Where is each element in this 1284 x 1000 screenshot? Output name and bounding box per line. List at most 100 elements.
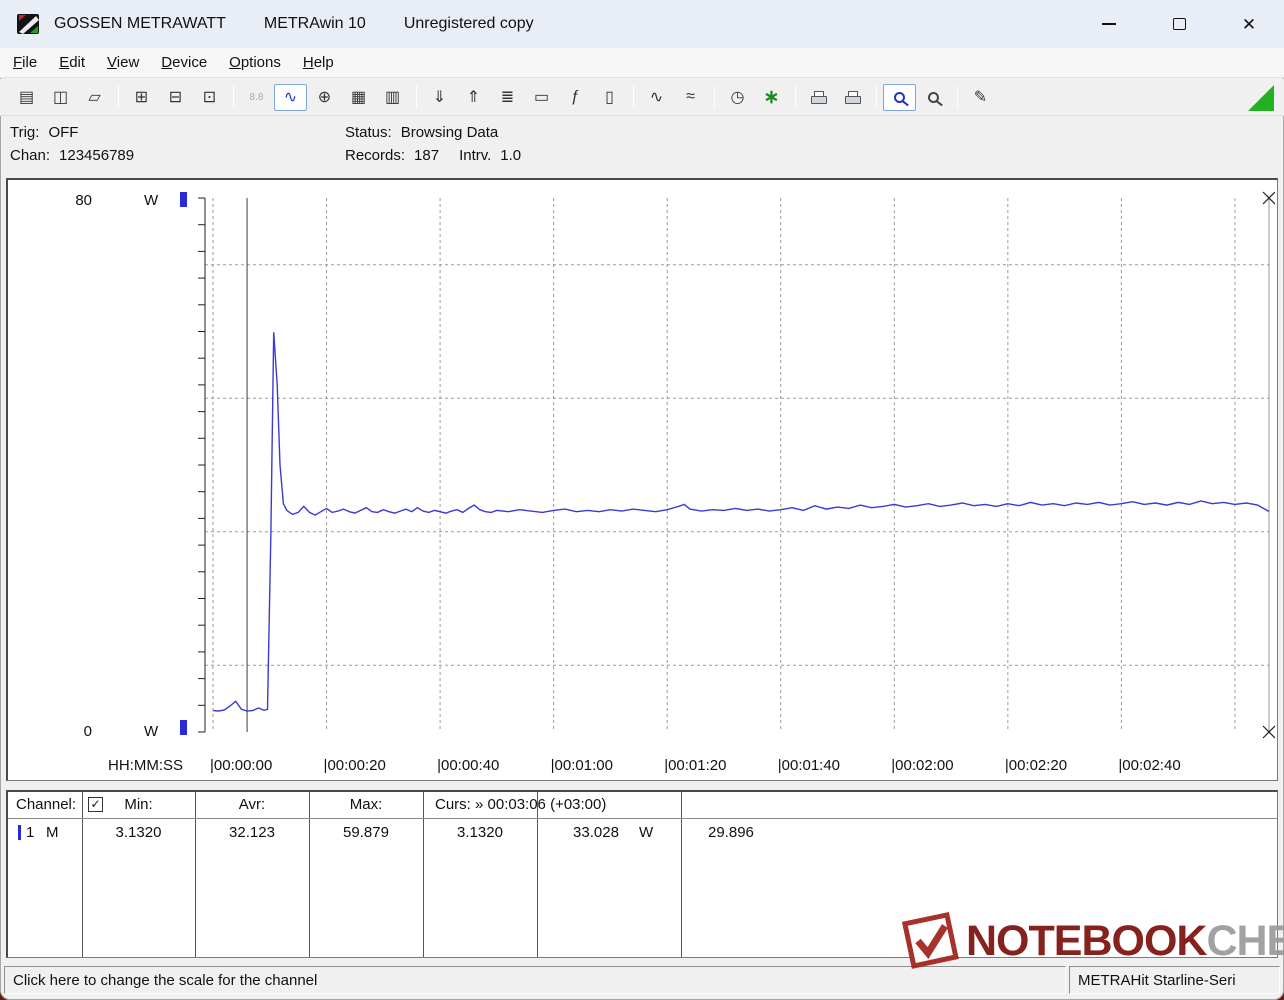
app-status: Status: Browsing Data [345, 124, 498, 141]
toolbar-corner-indicator-icon [1248, 85, 1274, 111]
open-folder-icon: ▱ [88, 89, 101, 106]
row-min-value: 3.1320 [115, 824, 162, 841]
print-preview-button[interactable] [836, 84, 869, 111]
x-tick-label: |00:02:40 [1118, 757, 1181, 774]
row-cursor2-unit: W [639, 824, 654, 841]
minimize-button[interactable] [1074, 0, 1144, 48]
window-list-button[interactable]: ⊡ [193, 84, 226, 111]
device-memory-icon: ▯ [605, 89, 614, 106]
window-digital-button[interactable]: ⊞ [125, 84, 158, 111]
read-device-button[interactable]: ⇓ [423, 84, 456, 111]
chan-value: 123456789 [59, 147, 135, 164]
y-axis-min-label: 0 [83, 723, 92, 740]
title-vendor: GOSSEN METRAWATT [54, 15, 226, 32]
table-view-button[interactable]: ▦ [342, 84, 375, 111]
column-divider [423, 792, 424, 957]
x-tick-label: |00:02:20 [1004, 757, 1068, 774]
title-license: Unregistered copy [403, 15, 534, 32]
records-value: 187 [414, 147, 440, 164]
header-divider [8, 818, 1277, 819]
channel-marker-top[interactable] [180, 192, 187, 207]
row-max-value: 59.879 [343, 824, 389, 841]
x-tick-label: |00:02:00 [891, 757, 954, 774]
close-icon: ✕ [1241, 14, 1257, 34]
chan-label: Chan: [10, 147, 51, 164]
yt-chart-button[interactable]: ∿ [274, 83, 307, 111]
toolbar-separator [633, 85, 634, 109]
clock-button[interactable]: ◷ [721, 84, 754, 111]
toolbar: ▤ ◫ ▱ ⊞ ⊟ ⊡ 8.8 ∿ ⊕ ▦ ▥ ⇓ ⇑ ≣ ▭ ƒ ▯ ∿ ≈ ◷ ∗ ✎ [0, 79, 1284, 116]
curve-compress-button[interactable]: ≈ [674, 84, 707, 111]
function-icon: ƒ [571, 88, 580, 105]
print-button[interactable] [802, 84, 835, 111]
toolbar-separator [233, 85, 234, 109]
measurement-table: Channel: ✓ Min: Avr: Max: Curs: » 00:03:… [6, 790, 1278, 958]
magnifier-icon [894, 91, 905, 103]
power-chart[interactable] [193, 190, 1275, 746]
y-axis-unit-bottom: W [144, 723, 159, 740]
device-memory-button[interactable]: ▯ [593, 84, 626, 111]
channel-marker-bottom[interactable] [180, 720, 187, 735]
window-analog-button[interactable]: ⊟ [159, 84, 192, 111]
trig-label: Trig: [10, 124, 40, 141]
curve-cut-button[interactable]: ∿ [640, 84, 673, 111]
annotation-button[interactable]: ✎ [964, 84, 997, 111]
open-file-icon: ▤ [18, 89, 35, 106]
menu-item-view[interactable]: View [96, 48, 150, 78]
live-record-button[interactable]: ∗ [755, 84, 788, 111]
menu-item-help[interactable]: Help [292, 48, 345, 78]
save-file-button[interactable]: ◫ [44, 84, 77, 111]
app-window: GOSSEN METRAWATT METRAwin 10 Unregistere… [0, 0, 1284, 1000]
window-digital-icon: ⊞ [134, 89, 149, 106]
annotation-icon: ✎ [973, 89, 988, 106]
statusbar-hint[interactable]: Click here to change the scale for the c… [4, 966, 1066, 994]
bargraph-view-button[interactable]: ▥ [376, 84, 409, 111]
menu-item-device[interactable]: Device [150, 48, 218, 78]
numeric-display-button: 8.8 [240, 84, 273, 111]
channel-status: Chan: 123456789 [10, 147, 134, 164]
maximize-button[interactable] [1144, 0, 1214, 48]
save-file-icon: ◫ [52, 89, 69, 106]
send-device-icon: ⇑ [466, 89, 481, 106]
window-analog-icon: ⊟ [168, 89, 183, 106]
row-channel-mode: M [46, 824, 59, 841]
bargraph-view-icon: ▥ [384, 89, 401, 106]
title-app-name: METRAwin 10 [263, 15, 366, 32]
row-channel-number: 1 [26, 824, 35, 841]
x-tick-label: |00:01:00 [550, 757, 613, 774]
device-settings-button[interactable]: ≣ [491, 84, 524, 111]
status-label: Status: [345, 124, 392, 141]
x-tick-label: |00:01:40 [777, 757, 841, 774]
header-min: Min: [124, 796, 153, 813]
column-divider [82, 792, 83, 957]
curve-compress-icon: ≈ [686, 88, 695, 105]
x-tick-label: |00:01:20 [664, 757, 727, 774]
column-divider [195, 792, 196, 957]
maximize-icon [1172, 18, 1186, 30]
menu-bar: File Edit View Device Options Help [0, 48, 1284, 78]
menu-item-edit[interactable]: Edit [48, 48, 96, 78]
zoom-reset-button[interactable] [917, 84, 950, 111]
curve-cut-icon: ∿ [649, 89, 664, 106]
printer-icon [844, 90, 861, 104]
minimize-icon [1102, 23, 1116, 25]
x-tick-label: |00:00:00 [210, 757, 273, 774]
window-controls: ✕ [1074, 0, 1284, 48]
monitor-button[interactable]: ▭ [525, 84, 558, 111]
table-view-icon: ▦ [350, 89, 367, 106]
menu-item-file[interactable]: File [2, 48, 48, 78]
channel-color-indicator [18, 825, 21, 840]
close-button[interactable]: ✕ [1214, 0, 1284, 48]
column-divider [681, 792, 682, 957]
xy-scope-button[interactable]: ⊕ [308, 84, 341, 111]
x-tick-label: |00:00:20 [323, 757, 386, 774]
x-tick-label: |00:00:40 [437, 757, 500, 774]
zoom-curve-button[interactable] [883, 83, 916, 111]
open-file-button[interactable]: ▤ [10, 84, 43, 111]
window-list-icon: ⊡ [202, 89, 217, 106]
menu-item-options[interactable]: Options [218, 48, 292, 78]
function-button[interactable]: ƒ [559, 84, 592, 111]
interval-label: Intrv. [459, 147, 492, 164]
send-device-button[interactable]: ⇑ [457, 84, 490, 111]
open-folder-button[interactable]: ▱ [78, 84, 111, 111]
